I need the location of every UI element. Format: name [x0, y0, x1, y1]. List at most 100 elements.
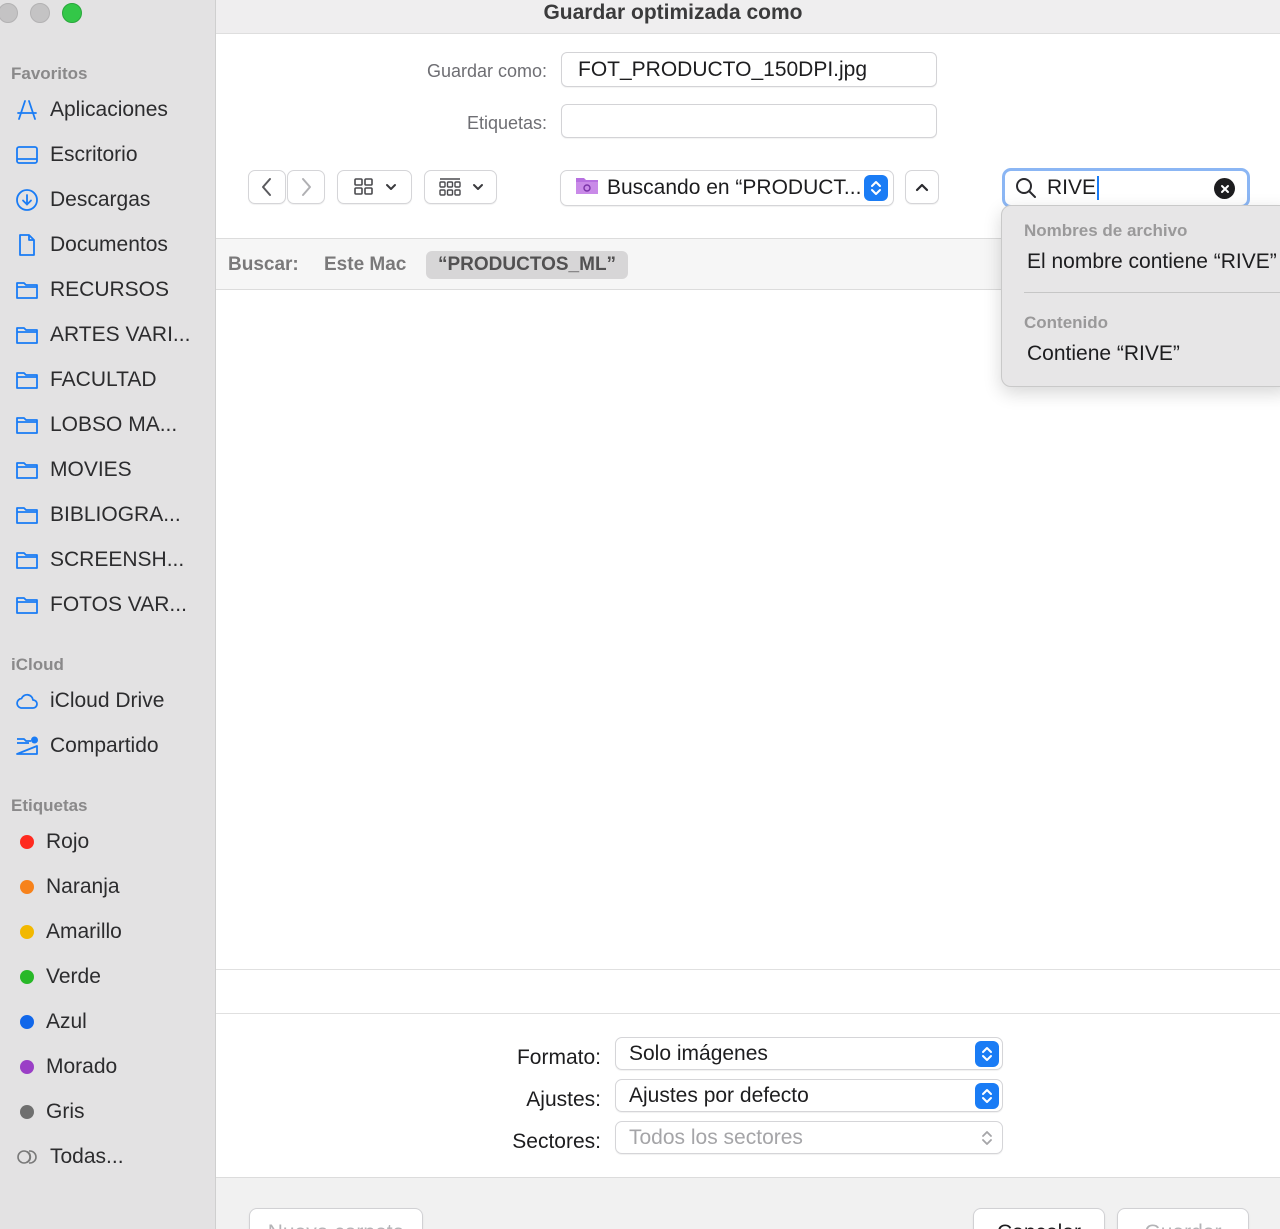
tag-color-dot [20, 925, 34, 939]
sidebar-item-escritorio[interactable]: Escritorio [14, 140, 138, 170]
sidebar-item-label: SCREENSH... [50, 548, 185, 571]
folder-icon [14, 592, 40, 618]
sidebar-item-label: Todas... [50, 1145, 124, 1168]
search-field[interactable]: RIVE [1002, 168, 1250, 208]
view-mode-button[interactable] [337, 170, 412, 204]
scope-this-mac[interactable]: Este Mac [324, 254, 406, 276]
suggestion-filename-contains[interactable]: El nombre contiene “RIVE” [1027, 250, 1277, 274]
sidebar-tag-gris[interactable]: Gris [14, 1097, 85, 1127]
all-tags-icon [14, 1144, 40, 1170]
clear-search-icon[interactable] [1214, 178, 1235, 199]
window-controls [0, 3, 82, 23]
tag-color-dot [20, 1060, 34, 1074]
sidebar-tag-amarillo[interactable]: Amarillo [14, 917, 122, 947]
save-as-field[interactable]: FOT_PRODUCTO_150DPI.jpg [561, 52, 937, 87]
folder-icon [14, 457, 40, 483]
sidebar-section-favorites: Favoritos [11, 64, 88, 83]
scope-selected-folder[interactable]: “PRODUCTOS_ML” [426, 251, 629, 279]
sidebar: Favoritos Aplicaciones Escritorio Descar… [0, 0, 216, 1229]
settings-select[interactable]: Ajustes por defecto [615, 1079, 1003, 1112]
chevron-left-icon [260, 177, 274, 197]
sidebar-item-label: ARTES VARI... [50, 323, 191, 346]
sidebar-item-label: Morado [46, 1055, 118, 1078]
scope-label: Buscar: [228, 254, 299, 275]
sidebar-tag-naranja[interactable]: Naranja [14, 872, 120, 902]
sidebar-item-descargas[interactable]: Descargas [14, 185, 150, 215]
sidebar-tag-morado[interactable]: Morado [14, 1052, 117, 1082]
save-as-label: Guardar como: [426, 61, 547, 81]
sidebar-item-bibliografia[interactable]: BIBLIOGRA... [14, 500, 181, 530]
sidebar-item-recursos[interactable]: RECURSOS [14, 275, 169, 305]
new-folder-button[interactable]: Nueva carpeta [249, 1208, 423, 1229]
forward-button[interactable] [287, 170, 325, 204]
sidebar-tag-rojo[interactable]: Rojo [14, 827, 89, 857]
tag-color-dot [20, 1015, 34, 1029]
chevron-down-icon [472, 182, 484, 192]
location-select[interactable]: Buscando en “PRODUCT... [560, 170, 894, 206]
close-window-button[interactable] [0, 3, 18, 23]
sidebar-item-label: FOTOS VAR... [50, 593, 187, 616]
desktop-icon [14, 142, 40, 168]
document-icon [14, 232, 40, 258]
folder-icon [14, 367, 40, 393]
download-icon [14, 187, 40, 213]
sidebar-item-facultad[interactable]: FACULTAD [14, 365, 157, 395]
tags-field[interactable] [561, 104, 937, 138]
search-icon [1015, 177, 1037, 199]
sidebar-section-tags: Etiquetas [11, 796, 88, 815]
group-mode-button[interactable] [424, 170, 497, 204]
sidebar-item-label: Gris [46, 1100, 85, 1123]
sidebar-item-documentos[interactable]: Documentos [14, 230, 168, 260]
sidebar-item-label: BIBLIOGRA... [50, 503, 181, 526]
sidebar-item-lobso[interactable]: LOBSO MA... [14, 410, 177, 440]
group-grid-icon [438, 176, 462, 198]
sidebar-item-label: FACULTAD [50, 368, 157, 391]
sidebar-item-label: Aplicaciones [50, 98, 168, 121]
text-cursor [1097, 176, 1100, 200]
sidebar-item-label: Amarillo [46, 920, 122, 943]
folder-icon [14, 412, 40, 438]
sidebar-item-label: MOVIES [50, 458, 132, 481]
back-button[interactable] [248, 170, 286, 204]
format-value: Solo imágenes [629, 1041, 768, 1065]
sidebar-item-label: Naranja [46, 875, 120, 898]
sidebar-item-artes-varios[interactable]: ARTES VARI... [14, 320, 190, 350]
sidebar-item-icloud-drive[interactable]: iCloud Drive [14, 686, 164, 716]
cloud-icon [14, 688, 40, 714]
menu-separator [1024, 292, 1280, 293]
zoom-window-button[interactable] [62, 3, 82, 23]
grid-view-icon [353, 177, 375, 197]
sidebar-item-label: Descargas [50, 188, 151, 211]
shared-folder-icon [14, 733, 40, 759]
minimize-window-button[interactable] [30, 3, 50, 23]
sidebar-item-label: Documentos [50, 233, 168, 256]
collapse-button[interactable] [905, 170, 939, 204]
sidebar-item-screenshots[interactable]: SCREENSH... [14, 545, 184, 575]
sidebar-item-compartido[interactable]: Compartido [14, 731, 159, 761]
sidebar-item-label: LOBSO MA... [50, 413, 178, 436]
sidebar-item-fotos-varias[interactable]: FOTOS VAR... [14, 590, 187, 620]
cancel-button[interactable]: Cancelar [973, 1208, 1105, 1229]
sidebar-tag-azul[interactable]: Azul [14, 1007, 87, 1037]
sidebar-item-aplicaciones[interactable]: Aplicaciones [14, 95, 168, 125]
suggestions-content-header: Contenido [1024, 313, 1109, 332]
format-select[interactable]: Solo imágenes [615, 1037, 1003, 1070]
folder-icon [14, 547, 40, 573]
slices-select[interactable]: Todos los sectores [615, 1121, 1003, 1154]
sidebar-item-label: Escritorio [50, 143, 138, 166]
suggestion-content-contains[interactable]: Contiene “RIVE” [1027, 342, 1180, 366]
save-button[interactable]: Guardar [1117, 1208, 1249, 1229]
search-input[interactable]: RIVE [1047, 176, 1096, 200]
sidebar-tag-verde[interactable]: Verde [14, 962, 101, 992]
up-down-chevron-icon [975, 1125, 999, 1151]
folder-icon [14, 502, 40, 528]
chevron-down-icon [385, 182, 397, 192]
up-down-chevron-icon [975, 1083, 999, 1109]
sidebar-tag-all[interactable]: Todas... [14, 1142, 124, 1172]
up-down-chevron-icon [864, 175, 888, 201]
smart-folder-icon [575, 174, 599, 202]
sidebar-item-label: Verde [46, 965, 101, 988]
sidebar-item-movies[interactable]: MOVIES [14, 455, 132, 485]
sidebar-item-label: Compartido [50, 734, 159, 757]
sidebar-section-icloud: iCloud [11, 655, 64, 674]
